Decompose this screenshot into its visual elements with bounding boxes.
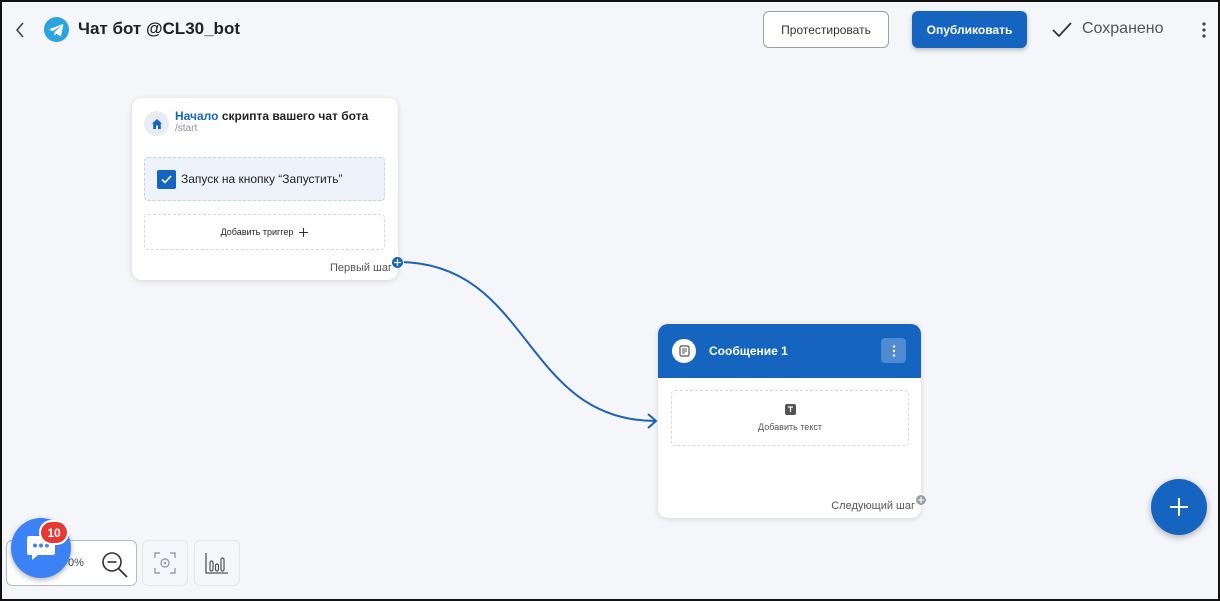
kebab-menu-icon bbox=[1202, 22, 1206, 38]
message-node-output-port[interactable] bbox=[915, 494, 927, 506]
message-node[interactable]: Сообщение 1 Добавить текст Следующий шаг bbox=[658, 324, 921, 518]
trigger-checkbox[interactable] bbox=[157, 170, 176, 189]
plus-icon bbox=[299, 227, 309, 237]
start-node-title-rest: скрипта вашего чат бота bbox=[218, 109, 369, 123]
page-title: Чат бот @CL30_bot bbox=[78, 19, 240, 38]
start-node-icon bbox=[144, 111, 169, 136]
text-icon bbox=[785, 404, 796, 415]
message-node-header: Сообщение 1 bbox=[658, 324, 921, 378]
kebab-menu-button[interactable] bbox=[1197, 20, 1211, 40]
plus-icon bbox=[1170, 498, 1188, 516]
start-node-title-highlight: Начало bbox=[175, 109, 219, 123]
publish-button[interactable]: Опубликовать bbox=[912, 11, 1027, 48]
checkmark-icon bbox=[161, 175, 172, 184]
next-step-label: Следующий шаг bbox=[831, 500, 915, 512]
focus-button[interactable] bbox=[142, 540, 188, 586]
back-button[interactable] bbox=[12, 19, 28, 41]
trigger-item[interactable]: Запуск на кнопку “Запустить” bbox=[144, 157, 385, 201]
kebab-menu-icon bbox=[892, 344, 895, 357]
start-command: /start bbox=[175, 123, 198, 134]
top-bar: Чат бот @CL30_bot Протестировать Опублик… bbox=[2, 2, 1218, 58]
saved-status: Сохранено bbox=[1082, 20, 1164, 37]
add-text-label: Добавить текст bbox=[758, 422, 822, 432]
add-node-button[interactable] bbox=[1151, 479, 1207, 535]
home-icon bbox=[151, 118, 162, 129]
focus-icon bbox=[154, 552, 176, 574]
trigger-label: Запуск на кнопку “Запустить” bbox=[181, 172, 343, 186]
plus-icon bbox=[918, 497, 924, 503]
message-node-icon bbox=[672, 339, 696, 363]
message-node-title: Сообщение 1 bbox=[709, 344, 788, 358]
text-glyph-icon bbox=[788, 406, 793, 412]
zoom-level: 0% bbox=[68, 557, 84, 569]
start-node[interactable]: Начало скрипта вашего чат бота /start За… bbox=[132, 98, 398, 280]
first-step-label: Первый шаг bbox=[329, 262, 392, 274]
add-trigger-button[interactable]: Добавить триггер bbox=[144, 214, 385, 250]
check-icon bbox=[1052, 22, 1072, 38]
bar-chart-icon bbox=[205, 553, 228, 574]
connection-line bbox=[397, 261, 658, 429]
message-node-menu-button[interactable] bbox=[881, 338, 906, 363]
start-node-output-port[interactable] bbox=[391, 256, 404, 269]
chevron-left-icon bbox=[15, 22, 24, 38]
add-text-button[interactable]: Добавить текст bbox=[671, 390, 909, 446]
plus-icon bbox=[394, 259, 401, 266]
statistics-button[interactable] bbox=[194, 540, 240, 586]
add-trigger-label: Добавить триггер bbox=[220, 227, 294, 237]
start-node-title: Начало скрипта вашего чат бота bbox=[175, 109, 368, 123]
telegram-icon bbox=[44, 17, 69, 42]
message-icon bbox=[678, 345, 690, 357]
zoom-out-icon[interactable] bbox=[100, 550, 130, 580]
notification-badge: 10 bbox=[39, 520, 69, 545]
test-button[interactable]: Протестировать bbox=[763, 11, 889, 48]
